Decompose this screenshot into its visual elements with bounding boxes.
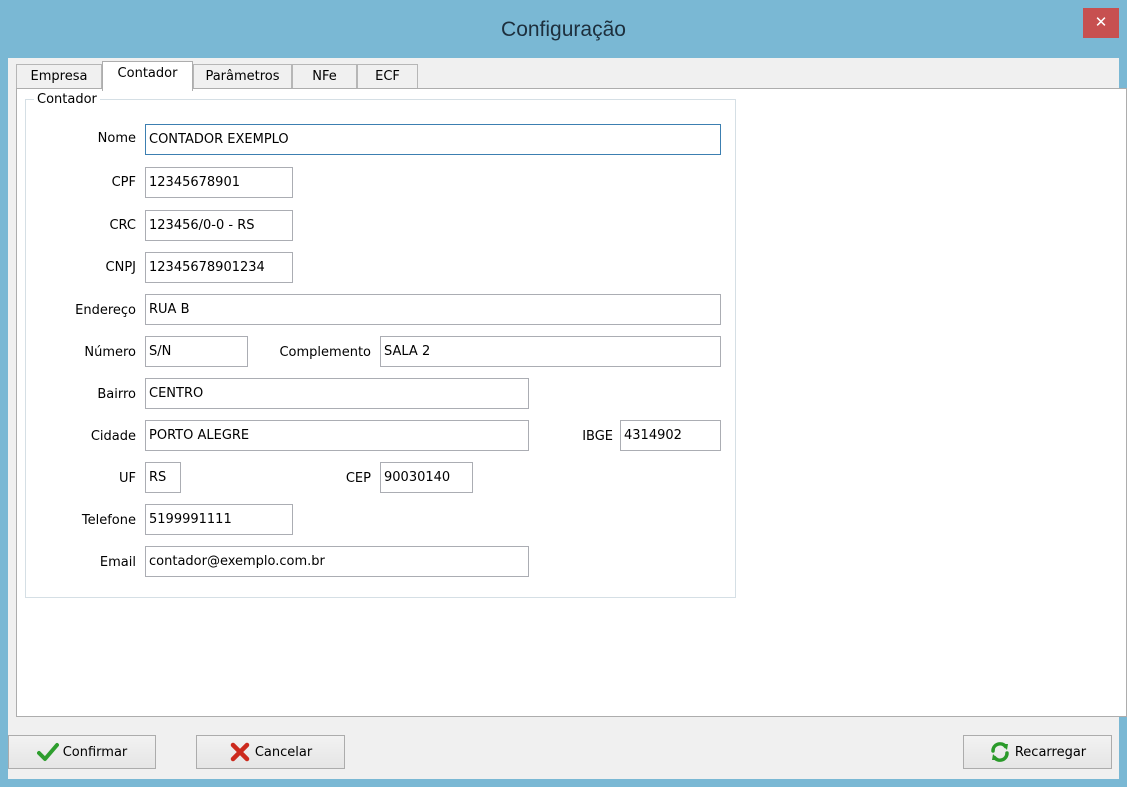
uf-field[interactable] (145, 462, 181, 493)
title-bar[interactable]: Configuração ✕ (0, 0, 1127, 58)
tab-empresa[interactable]: Empresa (16, 64, 102, 89)
numero-field[interactable] (145, 336, 248, 367)
cidade-field[interactable] (145, 420, 529, 451)
cancel-button[interactable]: Cancelar (196, 735, 345, 769)
refresh-icon (991, 742, 1009, 762)
bairro-label: Bairro (97, 387, 136, 402)
checkmark-icon (36, 743, 59, 761)
cep-label: CEP (345, 471, 371, 486)
confirm-label: Confirmar (62, 744, 128, 760)
tab-ecf[interactable]: ECF (357, 64, 418, 89)
telefone-label: Telefone (81, 513, 136, 528)
confirm-button[interactable]: Confirmar (8, 735, 156, 769)
cpf-label: CPF (111, 175, 136, 190)
reload-button[interactable]: Recarregar (963, 735, 1112, 769)
endereco-field[interactable] (145, 294, 721, 325)
client-area: Empresa Contador Parâmetros NFe ECF Cont… (8, 58, 1127, 779)
x-icon (230, 742, 250, 762)
close-icon: ✕ (1094, 13, 1108, 31)
telefone-field[interactable] (145, 504, 293, 535)
config-window: Configuração ✕ Empresa Contador Parâmetr… (0, 0, 1127, 787)
group-title: Contador (37, 92, 97, 107)
cpf-field[interactable] (145, 167, 293, 198)
cep-field[interactable] (380, 462, 473, 493)
cnpj-label: CNPJ (105, 260, 136, 275)
numero-label: Número (84, 345, 136, 360)
email-label: Email (99, 555, 136, 570)
ibge-label: IBGE (582, 429, 613, 444)
close-button[interactable]: ✕ (1083, 8, 1119, 38)
email-field[interactable] (145, 546, 529, 577)
crc-field[interactable] (145, 210, 293, 241)
crc-label: CRC (109, 218, 136, 233)
complemento-field[interactable] (380, 336, 721, 367)
tab-contador[interactable]: Contador (102, 61, 193, 91)
tab-parametros[interactable]: Parâmetros (193, 64, 292, 89)
tab-nfe[interactable]: NFe (292, 64, 357, 89)
complemento-label: Complemento (279, 345, 371, 360)
reload-label: Recarregar (1014, 744, 1087, 760)
window-title: Configuração (501, 18, 626, 41)
nome-label: Nome (97, 131, 136, 146)
ibge-field[interactable] (620, 420, 721, 451)
bairro-field[interactable] (145, 378, 529, 409)
uf-label: UF (119, 471, 136, 486)
endereco-label: Endereço (75, 303, 136, 318)
cidade-label: Cidade (90, 429, 136, 444)
nome-field[interactable] (145, 124, 721, 155)
cnpj-field[interactable] (145, 252, 293, 283)
tab-panel-contador: Contador Nome CPF CRC CNPJ Endereço Núme… (16, 88, 1127, 717)
cancel-label: Cancelar (254, 744, 313, 760)
